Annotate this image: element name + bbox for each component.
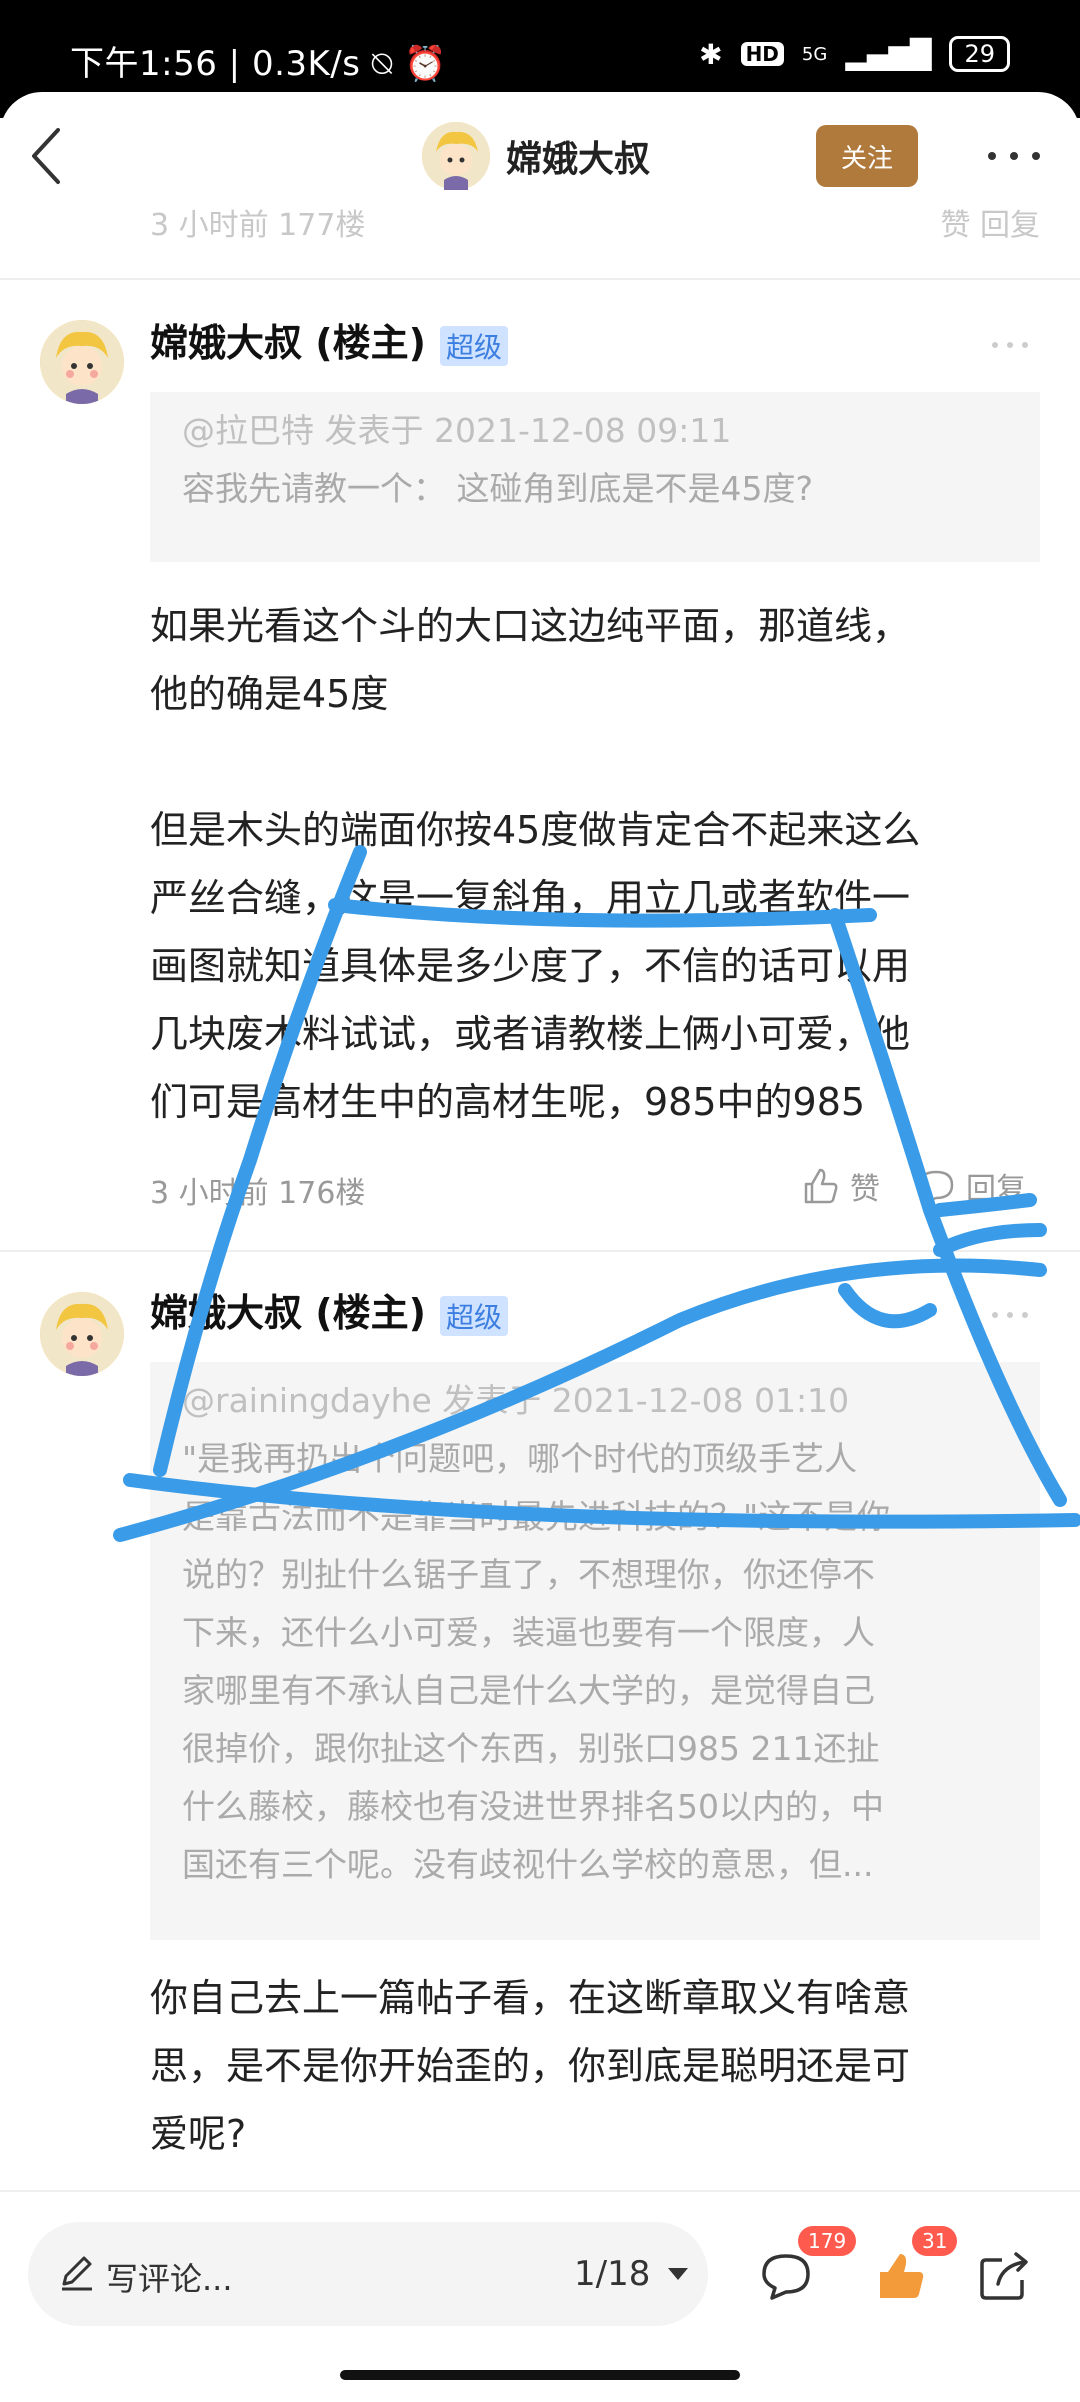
pen-icon [62,2256,92,2291]
quote-line: 什么藤校，藤校也有没进世界排名50以内的，中 [182,1787,884,1826]
comment-count-badge: 179 [798,2226,857,2256]
comment-icon[interactable] [758,2248,814,2304]
content-line: 你自己去上一篇帖子看，在这断章取义有啥意 [150,1976,911,2020]
quote-block[interactable]: @拉巴特 发表于 2021-12-08 09:11 容我先请教一个： 这碰角到底… [150,392,1040,562]
content-line: 他的确是45度 [150,672,389,716]
reply-action[interactable]: 回复 [916,1164,1026,1208]
content-line: 画图就知道具体是多少度了，不信的话可以用 [150,944,911,988]
quote-header: @拉巴特 发表于 2021-12-08 09:11 [182,411,732,450]
status-right: ✱ HD 5G ▂▄▆█ 29 [699,36,1010,72]
previous-actions[interactable]: 赞 回复 [940,200,1040,240]
like-label: 赞 [850,1172,880,1207]
content-line: 几块废木料试试，或者请教楼上俩小可爱，他 [150,1012,911,1056]
thumb-up-icon [804,1168,838,1204]
author-name[interactable]: 嫦娥大叔 (楼主) 超级 [150,312,508,367]
header-avatar[interactable] [422,122,490,190]
status-left: 下午1:56 | 0.3K/s ⍉ ⏰ [70,44,447,84]
more-icon[interactable] [990,1310,1030,1320]
quote-header: @rainingdayhe 发表于 2021-12-08 01:10 [182,1381,850,1420]
signal-icon: ▂▄▆█ [845,37,932,71]
content-line: 思，是不是你开始歪的，你到底是聪明还是可 [150,2044,911,2088]
reply-bubble-icon [918,1170,954,1204]
content-line: 爱呢? [150,2112,247,2156]
avatar[interactable] [40,1292,124,1376]
content-line: 严丝合缝，这是一复斜角，用立几或者软件一 [150,876,911,920]
caret-down-icon[interactable] [666,2264,690,2284]
divider [0,1250,1080,1252]
avatar[interactable] [40,320,124,404]
content-line: 但是木头的端面你按45度做肯定合不起来这么 [150,808,921,852]
bluetooth-icon: ✱ [699,37,723,71]
home-indicator[interactable] [340,2370,740,2380]
status-badge: 超级 [439,1295,508,1336]
previous-post-meta: 3 小时前 177楼 赞 回复 [150,200,1040,240]
quote-line: 下来，还什么小可爱，装逼也要有一个限度，人 [182,1613,875,1652]
battery-indicator: 29 [949,36,1010,72]
signal-label: 5G [801,43,828,65]
status-time: 下午1:56 [70,44,218,84]
previous-meta-text: 3 小时前 177楼 [150,208,366,240]
quote-line: 国还有三个呢。没有歧视什么学校的意思，但... [182,1845,874,1884]
divider [0,278,1080,280]
quote-line: 很掉价，跟你扯这个东西，别张口985 211还扯 [182,1729,880,1768]
quote-line: 是靠古法而不是靠当时最先进科技的？"这不是你 [182,1497,891,1536]
like-icon[interactable] [872,2248,928,2304]
like-count-badge: 31 [912,2226,958,2256]
quote-line: 家哪里有不承认自己是什么大学的，是觉得自己 [182,1671,875,1710]
hd-icon: HD [740,42,784,66]
post-meta: 3 小时前 176楼 [150,1176,366,1211]
back-icon[interactable] [22,120,70,192]
page-indicator[interactable]: 1/18 [574,2254,650,2294]
status-net-speed: 0.3K/s [251,44,361,84]
more-icon[interactable] [984,146,1044,166]
content-line: 如果光看这个斗的大口这边纯平面，那道线， [150,604,911,648]
content-line [150,728,1040,796]
reply-label: 回复 [966,1172,1026,1207]
mute-icon: ⍉ ⏰ [371,44,447,84]
quote-line: "是我再扔出个问题吧，哪个时代的顶级手艺人 [182,1439,858,1478]
comment-placeholder[interactable]: 写评论... [106,2254,233,2300]
author-label: 嫦娥大叔 (楼主) [150,1291,426,1335]
more-icon[interactable] [990,340,1030,350]
quote-block[interactable]: @rainingdayhe 发表于 2021-12-08 01:10 "是我再扔… [150,1362,1040,1940]
page-title: 嫦娥大叔 [506,139,651,180]
status-badge: 超级 [439,325,508,366]
like-action[interactable]: 赞 [800,1164,880,1208]
share-icon[interactable] [976,2248,1032,2304]
post-content: 如果光看这个斗的大口这边纯平面，那道线， 他的确是45度 但是木头的端面你按45… [150,592,1040,1136]
post-content: 你自己去上一篇帖子看，在这断章取义有啥意 思，是不是你开始歪的，你到底是聪明还是… [150,1964,1040,2168]
quote-line: 容我先请教一个： 这碰角到底是不是45度? [182,469,813,508]
content-line: 们可是高材生中的高材生呢，985中的985 [150,1080,866,1124]
quote-line: 说的？别扯什么锯子直了，不想理你，你还停不 [182,1555,875,1594]
author-name[interactable]: 嫦娥大叔 (楼主) 超级 [150,1282,508,1337]
follow-button[interactable]: 关注 [816,125,918,187]
author-label: 嫦娥大叔 (楼主) [150,321,426,365]
